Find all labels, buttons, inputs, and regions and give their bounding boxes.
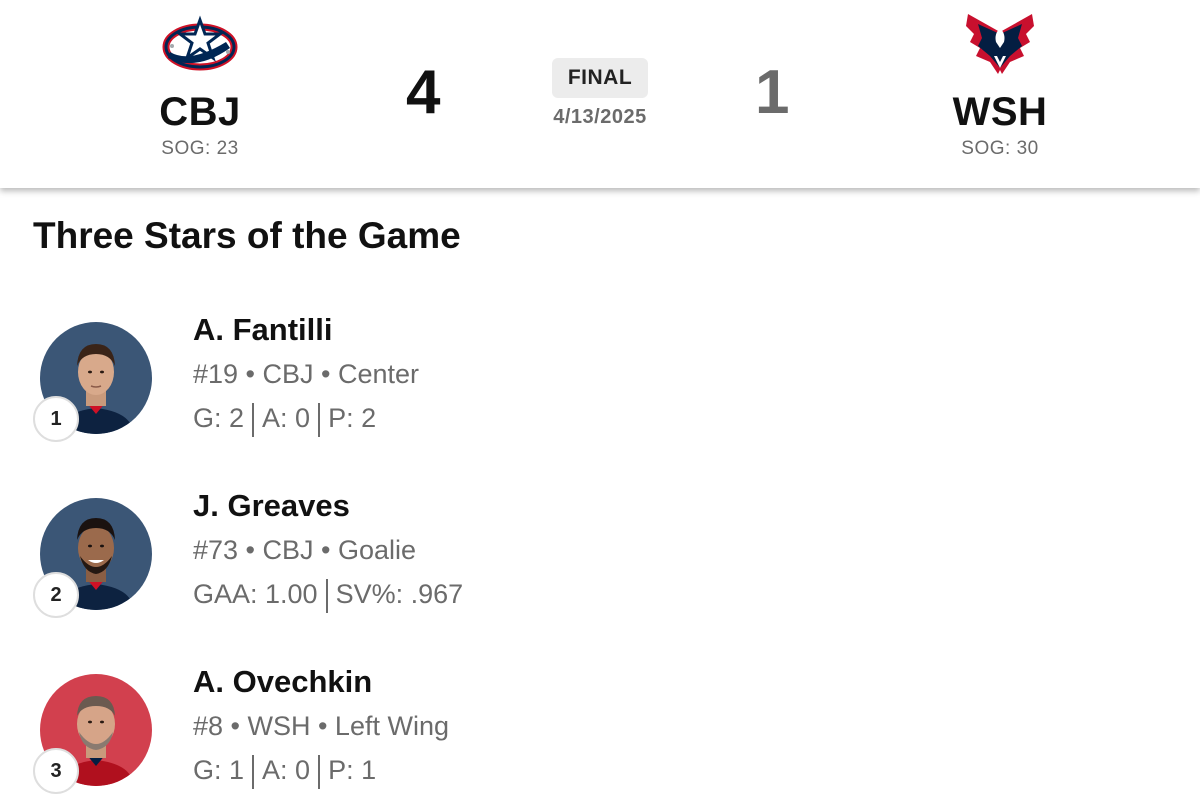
stat-divider [252, 754, 255, 789]
stat-goals: G: 2 [193, 403, 245, 433]
game-date: 4/13/2025 [553, 106, 647, 128]
blue-jackets-logo-icon [162, 15, 238, 71]
player-name: J. Greaves [193, 488, 350, 523]
away-team[interactable]: CBJ SOG: 23 [90, 12, 310, 160]
star-rank-badge: 3 [33, 748, 79, 794]
stat-divider [318, 402, 321, 437]
player-info: A. Fantilli #19 • CBJ • Center G: 2 A: 0 P… [193, 312, 419, 437]
player-info: J. Greaves #73 • CBJ • Goalie GAA: 1.00 S… [193, 488, 463, 613]
star-rank-badge: 2 [33, 572, 79, 618]
stat-divider [252, 402, 255, 437]
stat-assists: A: 0 [262, 755, 311, 785]
player-stats: G: 2 A: 0 P: 2 [193, 402, 419, 437]
player-name: A. Ovechkin [193, 664, 373, 699]
stat-save-pct: SV%: .967 [335, 579, 464, 609]
stat-points: P: 2 [328, 403, 377, 433]
player-name: A. Fantilli [193, 312, 333, 347]
game-status: FINAL 4/13/2025 [500, 58, 700, 129]
away-score: 4 [406, 58, 441, 127]
star-card[interactable]: 1 A. Fantilli #19 • CBJ • Center G: 2 A: … [0, 310, 1200, 460]
player-stats: GAA: 1.00 SV%: .967 [193, 578, 463, 613]
section-title: Three Stars of the Game [33, 215, 461, 256]
star-card[interactable]: 2 J. Greaves #73 • CBJ • Goalie GAA: 1.0… [0, 486, 1200, 636]
player-meta: #73 • CBJ • Goalie [193, 535, 417, 565]
stat-goals: G: 1 [193, 755, 245, 785]
home-shots-on-goal: SOG: 30 [961, 138, 1039, 159]
player-info: A. Ovechkin #8 • WSH • Left Wing G: 1 A: … [193, 664, 449, 789]
final-badge: FINAL [551, 58, 649, 98]
home-team[interactable]: WSH SOG: 30 [890, 12, 1110, 160]
star-card[interactable]: 3 A. Ovechkin #8 • WSH • Left Wing G: 1A… [0, 662, 1200, 812]
capitals-eagle-logo-icon [966, 14, 1034, 74]
stat-gaa: GAA: 1.00 [193, 579, 318, 609]
star-rank-badge: 1 [33, 396, 79, 442]
player-meta: #19 • CBJ • Center [193, 359, 420, 389]
player-meta: #8 • WSH • Left Wing [193, 711, 449, 741]
stat-divider [325, 578, 328, 613]
scoreboard: CBJ SOG: 23 4 FINAL 4/13/2025 1 WSH SOG:… [0, 0, 1200, 188]
away-team-abbr: CBJ [159, 90, 241, 134]
stat-assists: A: 0 [262, 403, 311, 433]
home-score: 1 [755, 58, 790, 127]
player-stats: G: 1 A: 0 P: 1 [193, 754, 449, 789]
away-shots-on-goal: SOG: 23 [161, 138, 239, 159]
home-team-abbr: WSH [952, 90, 1048, 134]
stat-points: P: 1 [328, 755, 377, 785]
stat-divider [318, 754, 321, 789]
